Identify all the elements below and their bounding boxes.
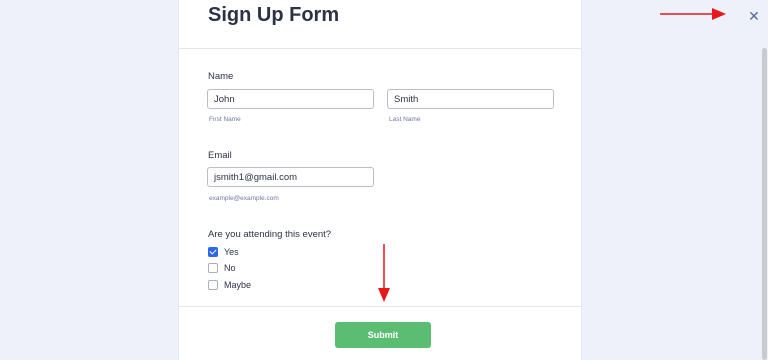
submit-pointer-arrow: [378, 244, 390, 302]
close-pointer-arrow: [660, 8, 726, 20]
annotation-arrows: [378, 8, 726, 302]
